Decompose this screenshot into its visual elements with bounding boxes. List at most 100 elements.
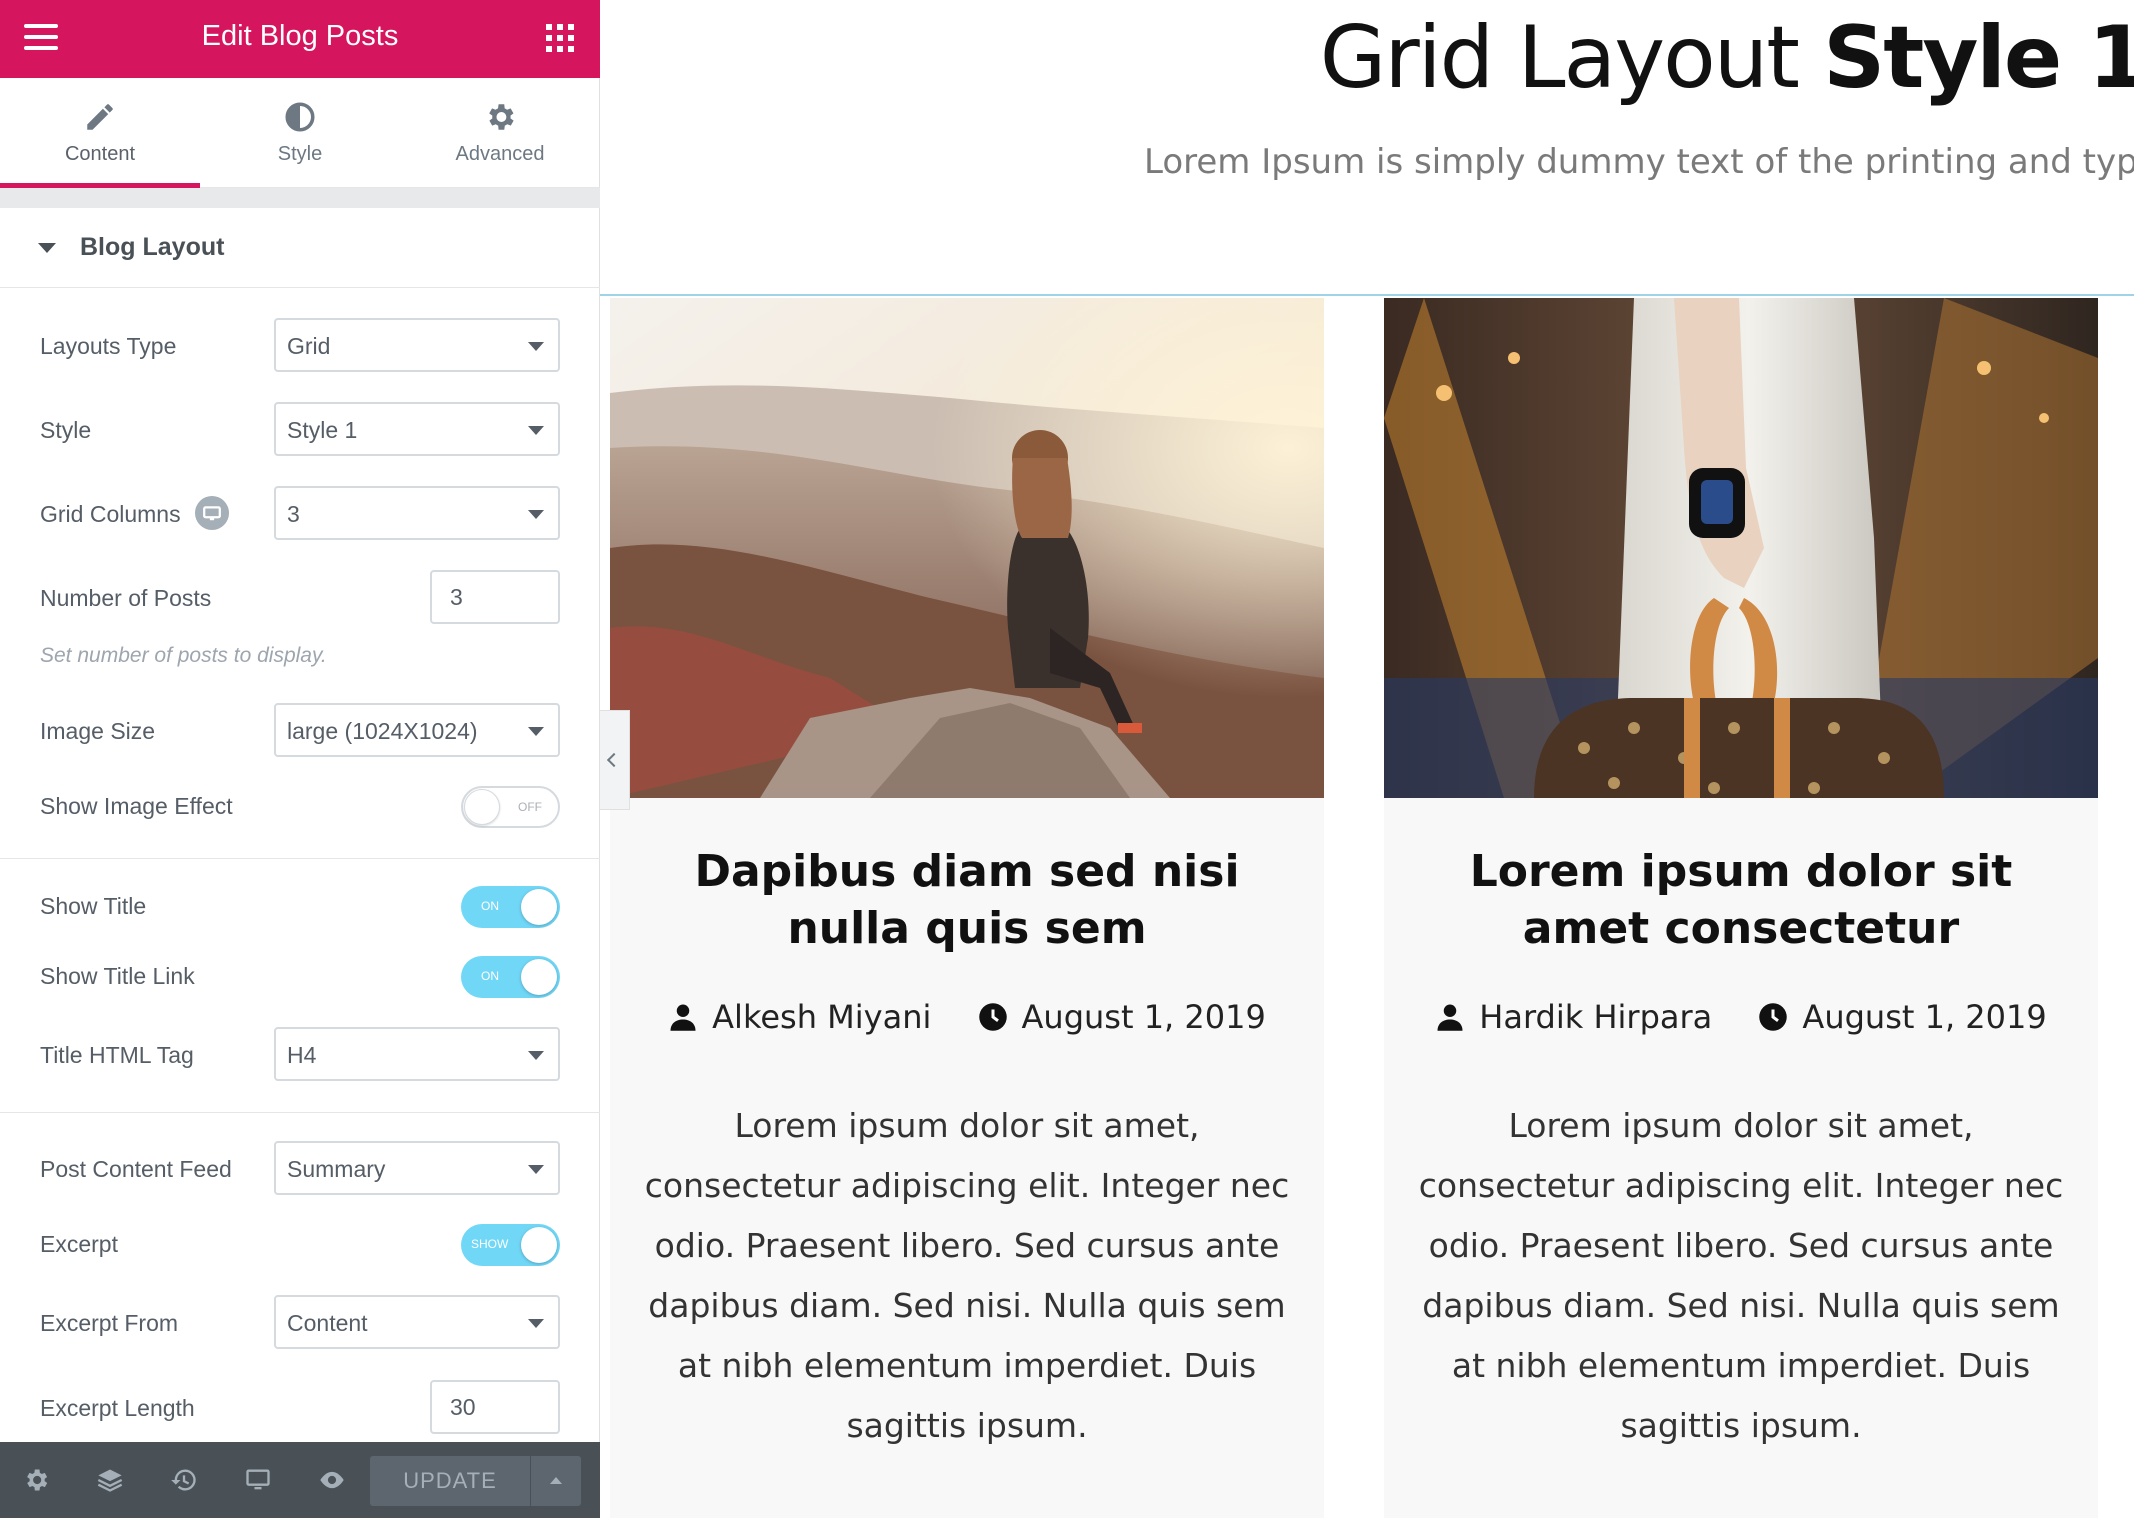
- number-of-posts-input[interactable]: [432, 572, 558, 622]
- field-label: Number of Posts: [40, 585, 212, 611]
- clock-icon: [978, 1003, 1007, 1031]
- dropdown-arrow-icon: [528, 510, 544, 519]
- toggle-state: OFF: [518, 800, 542, 814]
- panel-title: Edit Blog Posts: [201, 20, 399, 52]
- tab-content[interactable]: Content: [0, 78, 200, 188]
- section-outline: [600, 294, 2134, 296]
- toggle-state: ON: [481, 899, 499, 913]
- blog-post-card: Dapibus diam sed nisi nulla quis sem Alk…: [610, 298, 1324, 1518]
- toggle-state: SHOW: [471, 1237, 509, 1251]
- tab-label: Content: [64, 143, 136, 165]
- field-label: Excerpt: [40, 1231, 118, 1257]
- date-text: August 1, 2019: [1802, 998, 2047, 1036]
- dropdown-arrow-icon: [528, 426, 544, 435]
- field-label: Layouts Type: [40, 333, 177, 359]
- tab-label: Style: [277, 143, 323, 165]
- select-value: 3: [287, 501, 300, 527]
- field-label: Show Title Link: [40, 963, 195, 989]
- update-button[interactable]: UPDATE: [370, 1456, 530, 1506]
- preview-eye-icon[interactable]: [318, 1466, 346, 1494]
- post-title[interactable]: Dapibus diam sed nisi nulla quis sem: [640, 843, 1294, 957]
- tab-label: Advanced: [455, 143, 545, 165]
- section-title: Blog Layout: [80, 233, 225, 261]
- dropdown-arrow-icon: [528, 342, 544, 351]
- post-meta: Alkesh Miyani August 1, 2019: [610, 998, 1324, 1038]
- section-blog-layout[interactable]: Blog Layout: [0, 208, 600, 288]
- divider: [0, 1112, 600, 1113]
- layers-icon[interactable]: [96, 1466, 124, 1494]
- dropdown-arrow-icon: [528, 1165, 544, 1174]
- pencil-icon: [87, 104, 113, 130]
- clock-icon: [1759, 1003, 1788, 1031]
- settings-gear-icon[interactable]: [22, 1466, 50, 1494]
- page-title: Grid Layout Style 1: [1320, 8, 2134, 108]
- divider: [0, 858, 600, 859]
- dropdown-arrow-icon: [528, 1319, 544, 1328]
- post-date: August 1, 2019: [978, 998, 1266, 1036]
- field-label: Style: [40, 417, 92, 443]
- page-subtitle: Lorem Ipsum is simply dummy text of the …: [1144, 142, 2134, 182]
- responsive-desktop-icon[interactable]: [195, 496, 229, 530]
- widgets-grid-icon[interactable]: [546, 24, 574, 52]
- show-title-link-toggle[interactable]: ON: [461, 956, 560, 998]
- select-value: large (1024X1024): [287, 718, 478, 744]
- date-text: August 1, 2019: [1021, 998, 1266, 1036]
- show-image-effect-toggle[interactable]: OFF: [461, 786, 560, 828]
- post-image-handbag[interactable]: [1384, 298, 2098, 798]
- user-icon: [670, 1004, 696, 1031]
- panel-tabs: Content Style Advanced: [0, 78, 600, 188]
- field-label: Show Image Effect: [40, 793, 233, 819]
- collapse-panel-handle[interactable]: [600, 710, 630, 810]
- page-title-bold: Style 1: [1823, 8, 2134, 108]
- post-excerpt: Lorem ipsum dolor sit amet, consectetur …: [1418, 1106, 2064, 1445]
- contrast-icon: [285, 102, 315, 132]
- field-label: Grid Columns: [40, 501, 181, 527]
- toggle-knob: [521, 959, 557, 995]
- blog-post-card: Lorem ipsum dolor sit amet consectetur H…: [1384, 298, 2098, 1518]
- post-meta: Hardik Hirpara August 1, 2019: [1384, 998, 2098, 1038]
- style-select[interactable]: Style 1: [274, 402, 560, 456]
- image-size-select[interactable]: large (1024X1024): [274, 703, 560, 757]
- gear-icon: [489, 104, 514, 130]
- toggle-knob: [521, 1227, 557, 1263]
- post-date: August 1, 2019: [1758, 998, 2047, 1036]
- grid-columns-select[interactable]: 3: [274, 486, 560, 540]
- update-options-caret[interactable]: [531, 1456, 581, 1506]
- page-preview: Grid Layout Style 1 Lorem Ipsum is simpl…: [600, 0, 2134, 1518]
- tab-style[interactable]: Style: [200, 78, 400, 187]
- show-title-toggle[interactable]: ON: [461, 886, 560, 928]
- excerpt-from-select[interactable]: Content: [274, 1295, 560, 1349]
- history-icon[interactable]: [170, 1466, 198, 1494]
- field-label: Title HTML Tag: [40, 1042, 194, 1068]
- select-value: H4: [287, 1042, 317, 1068]
- toggle-state: ON: [481, 969, 499, 983]
- layouts-type-select[interactable]: Grid: [274, 318, 560, 372]
- field-label: Image Size: [40, 718, 156, 744]
- excerpt-toggle[interactable]: SHOW: [461, 1224, 560, 1266]
- author-name: Hardik Hirpara: [1479, 998, 1713, 1036]
- editor-panel: Edit Blog Posts Content Style Advanced B…: [0, 0, 600, 1518]
- panel-separator: [0, 188, 600, 208]
- excerpt-length-container: [430, 1380, 560, 1434]
- toggle-knob: [464, 789, 500, 825]
- author-name: Alkesh Miyani: [712, 998, 932, 1036]
- toggle-knob: [521, 889, 557, 925]
- select-value: Grid: [287, 333, 331, 359]
- page-title-regular: Grid Layout: [1319, 8, 1824, 108]
- post-image-mountain[interactable]: [610, 298, 1324, 798]
- responsive-mode-icon[interactable]: [244, 1466, 272, 1494]
- field-hint: Set number of posts to display.: [40, 644, 327, 667]
- post-title[interactable]: Lorem ipsum dolor sit amet consectetur: [1414, 843, 2068, 957]
- post-excerpt: Lorem ipsum dolor sit amet, consectetur …: [644, 1106, 1290, 1445]
- dropdown-arrow-icon: [528, 1051, 544, 1060]
- post-author: Alkesh Miyani: [668, 998, 931, 1036]
- post-author: Hardik Hirpara: [1435, 998, 1712, 1036]
- select-value: Style 1: [287, 417, 358, 443]
- title-html-tag-select[interactable]: H4: [274, 1027, 560, 1081]
- excerpt-length-input[interactable]: [432, 1382, 558, 1432]
- dropdown-arrow-icon: [528, 727, 544, 736]
- panel-header: Edit Blog Posts: [0, 0, 600, 78]
- post-content-feed-select[interactable]: Summary: [274, 1141, 560, 1195]
- tab-advanced[interactable]: Advanced: [400, 78, 600, 187]
- caret-down-icon: [38, 243, 56, 253]
